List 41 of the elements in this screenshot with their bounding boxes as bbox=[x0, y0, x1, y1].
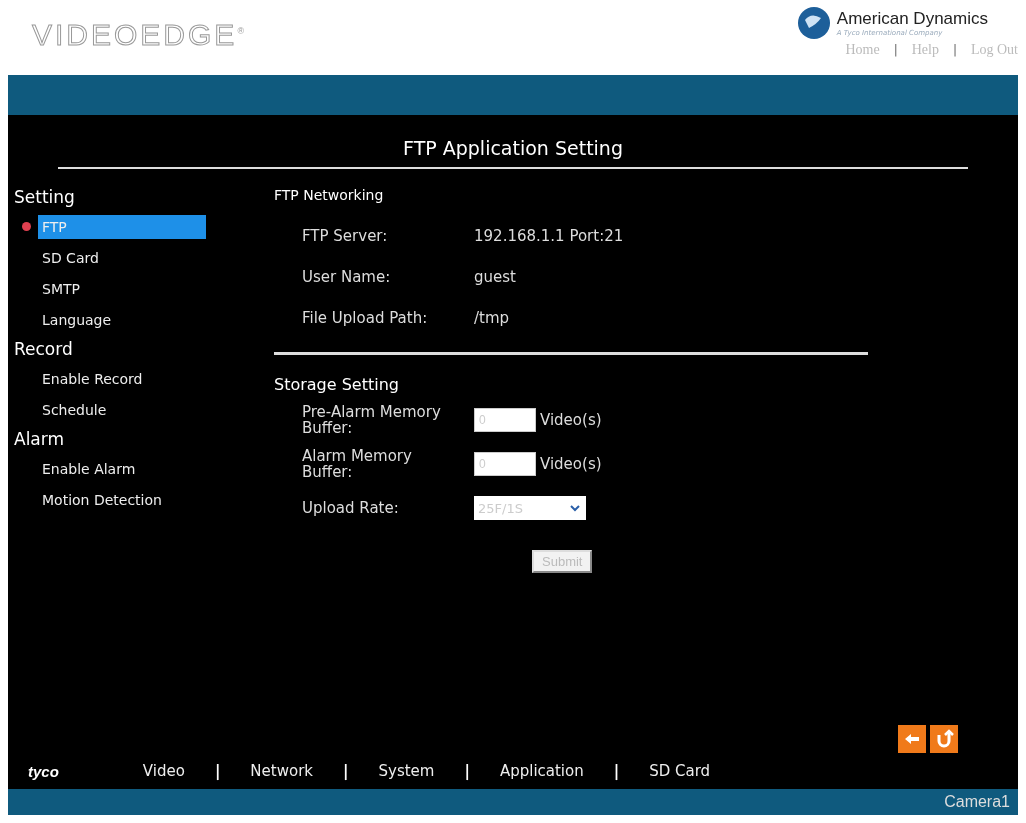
separator: | bbox=[464, 762, 470, 780]
sidebar-item[interactable]: Schedule bbox=[38, 397, 206, 422]
sidebar-item[interactable]: SMTP bbox=[38, 276, 206, 301]
field-label: File Upload Path: bbox=[302, 308, 429, 327]
field-label: Pre-Alarm Memory Buffer: bbox=[302, 403, 442, 437]
separator: | bbox=[343, 762, 349, 780]
sidebar-group: Record bbox=[14, 339, 234, 359]
separator: | bbox=[952, 43, 957, 57]
nav-link[interactable]: SD Card bbox=[649, 762, 711, 780]
field-label: Upload Rate: bbox=[302, 499, 400, 517]
page-title: FTP Application Setting bbox=[58, 115, 968, 169]
nav-link[interactable]: System bbox=[378, 762, 435, 780]
separator: | bbox=[214, 762, 221, 780]
field-value: /tmp bbox=[474, 308, 510, 327]
field-value: guest bbox=[474, 267, 516, 286]
sidebar-item[interactable]: Motion Detection bbox=[38, 487, 206, 512]
field-label: FTP Server: bbox=[302, 226, 389, 245]
section-title: FTP Networking bbox=[274, 187, 385, 203]
sidebar-item[interactable]: Enable Record bbox=[38, 366, 206, 391]
sidebar-group: Alarm bbox=[14, 429, 234, 449]
separator: | bbox=[613, 762, 620, 780]
sidebar-item[interactable]: Enable Alarm bbox=[38, 456, 206, 481]
unit-label: Video(s) bbox=[540, 455, 602, 473]
field-value: 192.168.1.1 Port:21 bbox=[474, 226, 624, 245]
nav-link[interactable]: Application bbox=[499, 762, 584, 780]
camera-label: Camera1 bbox=[944, 793, 1010, 810]
footer-logo: tyco bbox=[28, 762, 59, 780]
field-label: User Name: bbox=[302, 267, 392, 286]
nav-link[interactable]: Video bbox=[142, 762, 185, 780]
section-title: Storage Setting bbox=[274, 375, 400, 394]
field-label: Alarm Memory Buffer: bbox=[302, 447, 413, 481]
refresh-icon[interactable] bbox=[930, 725, 958, 753]
brand-name: American Dynamics bbox=[836, 9, 988, 29]
globe-logo-icon bbox=[796, 6, 831, 40]
sidebar-item[interactable]: Language bbox=[38, 307, 206, 332]
unit-label: Video(s) bbox=[540, 411, 602, 429]
nav-link[interactable]: Network bbox=[250, 762, 313, 780]
sidebar-group: Setting bbox=[14, 187, 234, 207]
separator: | bbox=[893, 43, 898, 57]
product-logo: VIDEOEDGE$^{®}$ bbox=[32, 18, 247, 52]
sidebar-item[interactable]: SD Card bbox=[38, 245, 206, 270]
